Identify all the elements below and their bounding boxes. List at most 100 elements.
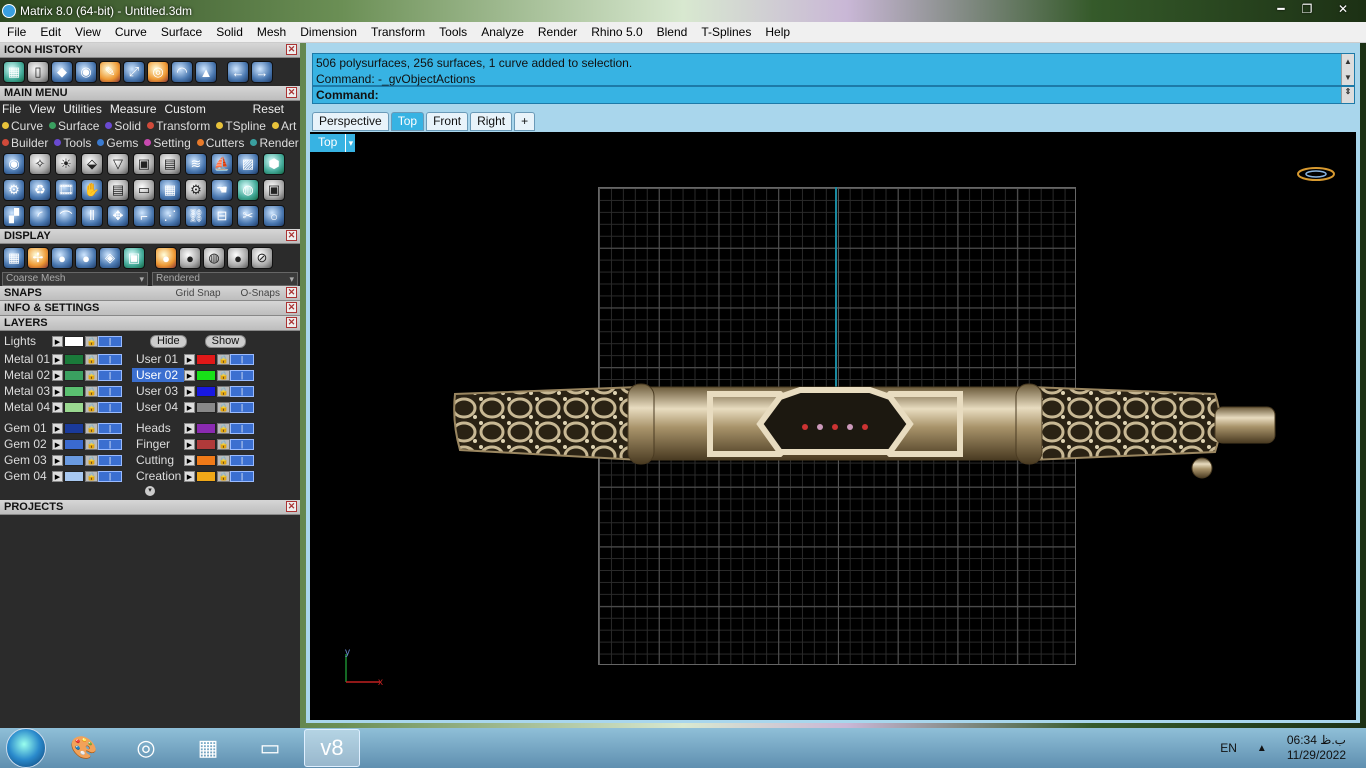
category-solid[interactable]: Solid bbox=[105, 119, 144, 133]
layer-name[interactable]: Creation bbox=[132, 469, 184, 483]
visibility-toggle[interactable]: | bbox=[98, 401, 122, 413]
bucket-icon[interactable]: ⬙ bbox=[81, 153, 103, 175]
tiles-icon[interactable]: ▦ bbox=[159, 179, 181, 201]
logo-icon[interactable]: ◉ bbox=[3, 153, 25, 175]
layer-color-swatch[interactable] bbox=[64, 369, 84, 381]
visibility-toggle[interactable]: | bbox=[230, 353, 254, 365]
layer-color-swatch[interactable] bbox=[196, 438, 216, 450]
close-icon[interactable]: ✕ bbox=[286, 302, 297, 313]
hand-icon[interactable]: ✋ bbox=[81, 179, 103, 201]
expand-icon[interactable]: ▶ bbox=[184, 470, 195, 482]
lock-icon[interactable]: 🔒 bbox=[217, 438, 230, 450]
sphere-icon[interactable]: ● bbox=[51, 247, 73, 269]
visibility-toggle[interactable]: | bbox=[98, 422, 122, 434]
main-menu-header[interactable]: MAIN MENU ✕ bbox=[0, 86, 300, 101]
matrix-taskbar-icon[interactable]: v8 bbox=[304, 729, 360, 767]
close-icon[interactable]: ✕ bbox=[286, 317, 297, 328]
logo-text-icon[interactable]: ▭ bbox=[133, 179, 155, 201]
save-icon[interactable]: ▣ bbox=[263, 179, 285, 201]
cone-icon[interactable]: ▽ bbox=[107, 153, 129, 175]
close-icon[interactable]: ✕ bbox=[286, 44, 297, 55]
expand-icon[interactable]: ▶ bbox=[52, 385, 63, 397]
lock-icon[interactable]: 🔒 bbox=[85, 401, 98, 413]
tab-front[interactable]: Front bbox=[426, 112, 469, 131]
layer-name[interactable]: Metal 04 bbox=[0, 400, 52, 414]
arc-icon[interactable]: ◜ bbox=[29, 205, 51, 227]
wand-icon[interactable]: ✧ bbox=[29, 153, 51, 175]
expand-icon[interactable]: ▶ bbox=[52, 422, 63, 434]
image-icon[interactable]: ▨ bbox=[237, 153, 259, 175]
folder-icon[interactable]: ▭ bbox=[242, 729, 298, 767]
book-icon[interactable]: ▤ bbox=[107, 179, 129, 201]
snaps-header[interactable]: SNAPS Grid Snap O-Snaps ✕ bbox=[0, 286, 300, 301]
layer-color-swatch[interactable] bbox=[196, 401, 216, 413]
chrome-icon[interactable]: ◎ bbox=[118, 729, 174, 767]
show-button[interactable]: Show bbox=[204, 334, 247, 348]
close-button[interactable]: ✕ bbox=[1320, 0, 1366, 18]
category-render[interactable]: Render bbox=[250, 136, 300, 150]
layer-color-swatch[interactable] bbox=[64, 454, 84, 466]
scrollbar[interactable]: ⇕ bbox=[1341, 87, 1354, 103]
back-arrow-icon[interactable]: ← bbox=[227, 61, 249, 83]
grid-view-icon[interactable]: ▦ bbox=[3, 247, 25, 269]
category-curve[interactable]: Curve bbox=[2, 119, 46, 133]
layer-name[interactable]: Cutting bbox=[132, 453, 184, 467]
layer-name[interactable]: Gem 01 bbox=[0, 421, 52, 435]
clock[interactable]: 06:34 ب.ظ 11/29/2022 bbox=[1287, 733, 1346, 763]
bangle-model[interactable] bbox=[310, 132, 1356, 720]
menu-mesh[interactable]: Mesh bbox=[250, 25, 293, 39]
layer-color-swatch[interactable] bbox=[64, 385, 84, 397]
stripes-icon[interactable]: ▤ bbox=[159, 153, 181, 175]
expand-icon[interactable]: ▶ bbox=[52, 369, 63, 381]
category-cutters[interactable]: Cutters bbox=[196, 136, 248, 150]
category-tools[interactable]: Tools bbox=[54, 136, 94, 150]
layers-header[interactable]: LAYERS ✕ bbox=[0, 316, 300, 331]
recycle-icon[interactable]: ♻ bbox=[29, 179, 51, 201]
cubes-icon[interactable]: ▞ bbox=[3, 205, 25, 227]
expand-icon[interactable]: ▶ bbox=[52, 401, 63, 413]
expand-icon[interactable]: ▶ bbox=[52, 454, 63, 466]
expand-icon[interactable]: ▶ bbox=[184, 369, 195, 381]
corner-icon[interactable]: ⌐ bbox=[133, 205, 155, 227]
sun-icon[interactable]: ☀ bbox=[55, 153, 77, 175]
main-menu-utilities[interactable]: Utilities bbox=[63, 102, 102, 116]
lock-icon[interactable]: 🔒 bbox=[217, 470, 230, 482]
lock-icon[interactable]: 🔒 bbox=[85, 470, 98, 482]
menu-blend[interactable]: Blend bbox=[650, 25, 695, 39]
gumball-icon[interactable] bbox=[1296, 166, 1336, 182]
visibility-toggle[interactable]: | bbox=[230, 454, 254, 466]
layer-name[interactable]: User 03 bbox=[132, 384, 184, 398]
category-tspline[interactable]: TSpline bbox=[216, 119, 269, 133]
ring-icon[interactable]: ◎ bbox=[147, 61, 169, 83]
menu-curve[interactable]: Curve bbox=[108, 25, 154, 39]
dark-sphere-icon[interactable]: ● bbox=[227, 247, 249, 269]
layer-name[interactable]: Gem 02 bbox=[0, 437, 52, 451]
command-line[interactable]: Command: ⇕ bbox=[312, 86, 1355, 104]
frame-icon[interactable]: ▣ bbox=[123, 247, 145, 269]
chip-icon[interactable]: ▣ bbox=[133, 153, 155, 175]
main-menu-view[interactable]: View bbox=[29, 102, 55, 116]
layer-color-swatch[interactable] bbox=[64, 422, 84, 434]
transform-icon[interactable]: ⤢ bbox=[123, 61, 145, 83]
layer-color-swatch[interactable] bbox=[196, 422, 216, 434]
hide-button[interactable]: Hide bbox=[150, 334, 187, 348]
paint-icon[interactable]: 🎨 bbox=[56, 729, 112, 767]
reset-button[interactable]: Reset bbox=[253, 102, 284, 116]
gold-sphere-icon[interactable]: ● bbox=[155, 247, 177, 269]
cube-icon[interactable]: ⬢ bbox=[263, 153, 285, 175]
hand2-icon[interactable]: ☚ bbox=[211, 179, 233, 201]
layer-name[interactable]: Metal 03 bbox=[0, 384, 52, 398]
shaded-sphere-icon[interactable]: ● bbox=[75, 247, 97, 269]
expand-icon[interactable]: ▶ bbox=[184, 401, 195, 413]
visibility-toggle[interactable]: | bbox=[230, 470, 254, 482]
layer-color-swatch[interactable] bbox=[64, 438, 84, 450]
layer-name[interactable]: Finger bbox=[132, 437, 184, 451]
wave-icon[interactable]: ≋ bbox=[185, 153, 207, 175]
category-builder[interactable]: Builder bbox=[2, 136, 51, 150]
expand-icon[interactable]: ▶ bbox=[184, 454, 195, 466]
render-icon[interactable]: ◈ bbox=[99, 247, 121, 269]
lock-icon[interactable]: 🔒 bbox=[217, 401, 230, 413]
lock-icon[interactable]: 🔒 bbox=[85, 438, 98, 450]
globe-icon[interactable]: ◍ bbox=[237, 179, 259, 201]
menu-analyze[interactable]: Analyze bbox=[474, 25, 531, 39]
